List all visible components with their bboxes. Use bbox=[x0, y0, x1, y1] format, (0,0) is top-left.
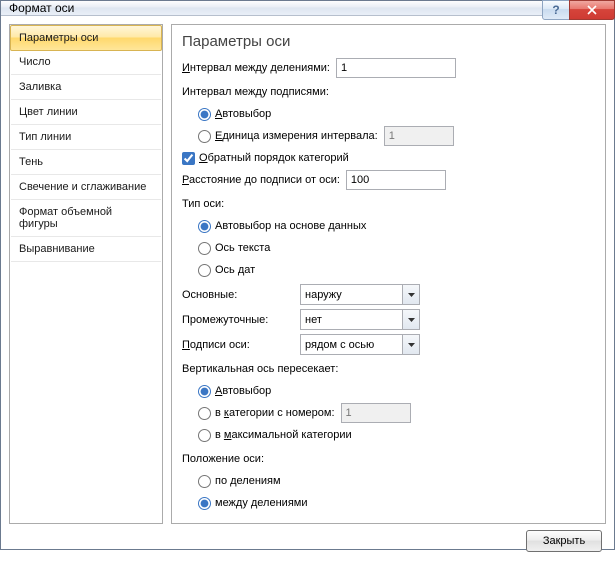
major-tick-label: Основные: bbox=[182, 289, 294, 301]
axis-type-auto-radio[interactable]: Автовыбор на основе данных bbox=[198, 220, 366, 233]
sidebar-item-alignment[interactable]: Выравнивание bbox=[11, 237, 161, 262]
label-distance-label: Расстояние до подписи от оси: bbox=[182, 174, 340, 186]
sidebar-item-label: Параметры оси bbox=[19, 32, 98, 44]
minor-tick-dropdown[interactable]: нет bbox=[300, 309, 420, 330]
interval-labels-unit-row: Единица измерения интервала: bbox=[182, 126, 595, 146]
sidebar-item-label: Формат объемной фигуры bbox=[19, 206, 112, 230]
axis-labels-label: Подписи оси: bbox=[182, 339, 294, 351]
sidebar-item-3d-format[interactable]: Формат объемной фигуры bbox=[11, 200, 161, 237]
sidebar-item-fill[interactable]: Заливка bbox=[11, 75, 161, 100]
titlebar: Формат оси ? bbox=[1, 1, 614, 16]
close-icon bbox=[587, 5, 597, 15]
interval-units-label: Интервал между делениями: bbox=[182, 62, 330, 74]
sidebar-item-label: Заливка bbox=[19, 81, 61, 93]
main-area: Параметры оси Число Заливка Цвет линии Т… bbox=[9, 24, 606, 524]
options-panel: Параметры оси Интервал между делениями: … bbox=[171, 24, 606, 524]
dialog-footer: Закрыть bbox=[9, 530, 606, 554]
crosses-at-category-radio[interactable]: в категории с номером: bbox=[198, 407, 335, 420]
axis-labels-dropdown[interactable]: рядом с осью bbox=[300, 334, 420, 355]
chevron-down-icon bbox=[402, 310, 419, 329]
interval-units-input[interactable] bbox=[336, 58, 456, 78]
help-button[interactable]: ? bbox=[542, 0, 570, 20]
close-window-button[interactable] bbox=[569, 0, 615, 20]
sidebar-item-number[interactable]: Число bbox=[11, 50, 161, 75]
sidebar-item-label: Тень bbox=[19, 156, 43, 168]
crosses-label: Вертикальная ось пересекает: bbox=[182, 359, 595, 379]
help-icon: ? bbox=[552, 3, 559, 17]
sidebar-item-glow[interactable]: Свечение и сглаживание bbox=[11, 175, 161, 200]
crosses-at-max-radio[interactable]: в максимальной категории bbox=[198, 429, 352, 442]
window-title: Формат оси bbox=[9, 1, 610, 15]
sidebar-item-line-style[interactable]: Тип линии bbox=[11, 125, 161, 150]
format-axis-dialog: Формат оси ? Параметры оси Число Заливка… bbox=[0, 0, 615, 550]
interval-labels-unit-input bbox=[384, 126, 454, 146]
sidebar-item-label: Тип линии bbox=[19, 131, 71, 143]
major-tick-dropdown[interactable]: наружу bbox=[300, 284, 420, 305]
sidebar-item-axis-options[interactable]: Параметры оси bbox=[10, 25, 162, 51]
chevron-down-icon bbox=[402, 335, 419, 354]
sidebar-item-label: Свечение и сглаживание bbox=[19, 181, 146, 193]
label-distance-input[interactable] bbox=[346, 170, 446, 190]
crosses-auto-radio[interactable]: Автовыбор bbox=[198, 385, 271, 398]
sidebar-item-label: Цвет линии bbox=[19, 106, 78, 118]
position-between-ticks-radio[interactable]: между делениями bbox=[198, 497, 307, 510]
minor-tick-label: Промежуточные: bbox=[182, 314, 294, 326]
interval-labels-auto-radio[interactable]: Автовыбор bbox=[198, 108, 271, 121]
chevron-down-icon bbox=[402, 285, 419, 304]
crosses-at-category-input bbox=[341, 403, 411, 423]
interval-labels-label: Интервал между подписями: bbox=[182, 82, 595, 102]
panel-heading: Параметры оси bbox=[182, 33, 595, 50]
reverse-order-checkbox[interactable]: Обратный порядок категорий bbox=[182, 152, 349, 165]
sidebar-item-label: Число bbox=[19, 56, 51, 68]
interval-labels-auto-row: Автовыбор bbox=[182, 104, 595, 124]
reverse-order-row: Обратный порядок категорий bbox=[182, 148, 595, 168]
sidebar-item-line-color[interactable]: Цвет линии bbox=[11, 100, 161, 125]
interval-labels-unit-radio[interactable]: Единица измерения интервала: bbox=[198, 130, 378, 143]
dialog-body: Параметры оси Число Заливка Цвет линии Т… bbox=[1, 16, 614, 562]
label-distance-row: Расстояние до подписи от оси: bbox=[182, 170, 595, 190]
close-button[interactable]: Закрыть bbox=[526, 530, 602, 552]
axis-type-date-radio[interactable]: Ось дат bbox=[198, 264, 255, 277]
axis-position-label: Положение оси: bbox=[182, 449, 595, 469]
axis-type-label: Тип оси: bbox=[182, 194, 595, 214]
tickmarks-grid: Основные: наружу Промежуточные: нет Подп… bbox=[182, 284, 595, 355]
sidebar-item-shadow[interactable]: Тень bbox=[11, 150, 161, 175]
window-buttons: ? bbox=[543, 0, 615, 20]
axis-type-text-radio[interactable]: Ось текста bbox=[198, 242, 270, 255]
interval-units-row: Интервал между делениями: bbox=[182, 58, 595, 78]
category-sidebar: Параметры оси Число Заливка Цвет линии Т… bbox=[9, 24, 163, 524]
position-on-ticks-radio[interactable]: по делениям bbox=[198, 475, 281, 488]
sidebar-item-label: Выравнивание bbox=[19, 243, 95, 255]
